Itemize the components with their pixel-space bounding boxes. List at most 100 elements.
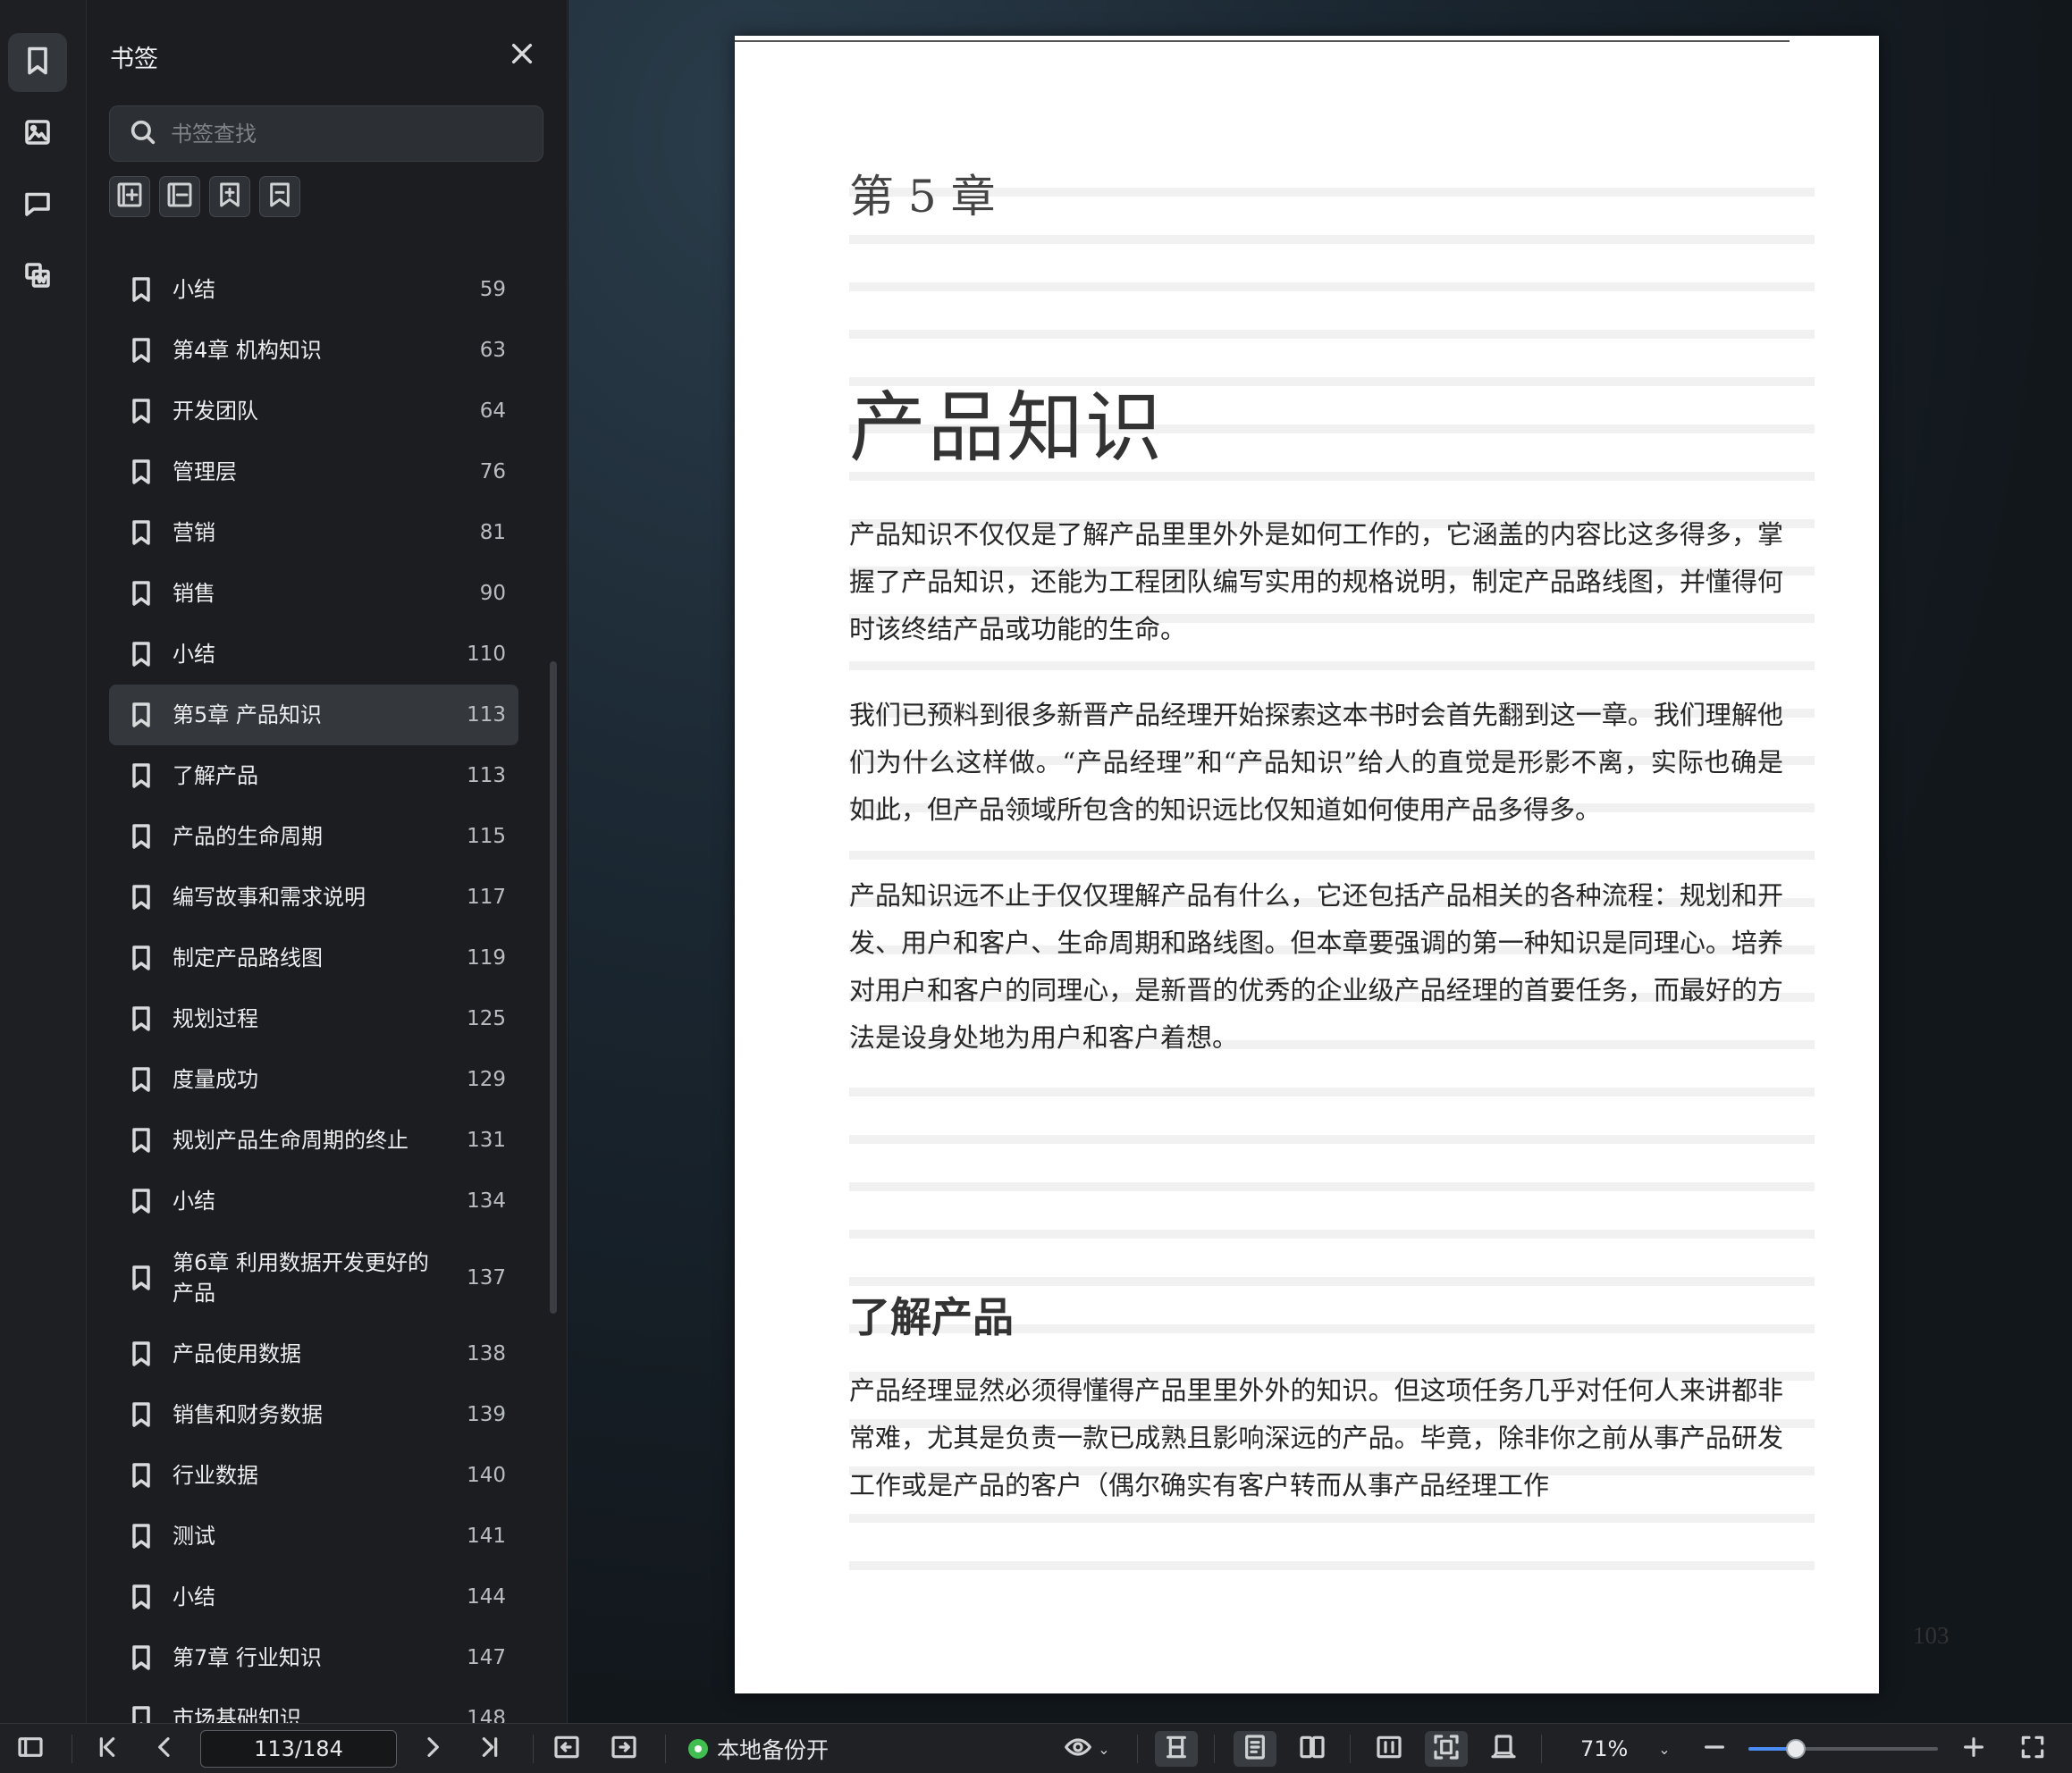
bookmark-page-number: 59 — [479, 278, 506, 301]
expand-all-button[interactable] — [109, 176, 150, 217]
bookmark-label: 第6章 利用数据开发更好的产品 — [173, 1249, 429, 1306]
bookmark-search-input[interactable] — [171, 121, 510, 147]
bookmark-label: 规划过程 — [173, 1006, 258, 1031]
panel-scrollbar[interactable] — [550, 661, 557, 1314]
previous-page-button[interactable] — [147, 1731, 182, 1767]
next-page-button[interactable] — [415, 1731, 451, 1767]
close-panel-button[interactable] — [508, 39, 536, 68]
chevron-right-icon — [418, 1733, 447, 1765]
bookmark-item[interactable]: 销售 90 — [109, 563, 518, 624]
two-page-button[interactable] — [1291, 1731, 1334, 1767]
back-icon — [552, 1733, 581, 1765]
bookmark-item[interactable]: 第5章 产品知识 113 — [109, 685, 518, 745]
bookmark-icon — [127, 577, 156, 609]
zoom-in-button[interactable] — [1956, 1731, 1992, 1767]
bookmark-item[interactable]: 制定产品路线图 119 — [109, 928, 518, 988]
bookmark-item[interactable]: 编写故事和需求说明 117 — [109, 867, 518, 928]
fit-width-button[interactable] — [1368, 1731, 1411, 1767]
thumbnails-tab[interactable] — [8, 105, 67, 164]
bookmarks-tab[interactable] — [8, 33, 67, 92]
bookmark-label: 小结 — [173, 1584, 215, 1609]
toggle-sidebar-button[interactable] — [13, 1731, 48, 1767]
bookmark-label: 规划产品生命周期的终止 — [173, 1128, 409, 1153]
minus-icon — [1700, 1733, 1729, 1765]
bookmark-label: 市场基础知识 — [173, 1706, 301, 1723]
bookmark-item[interactable]: 产品使用数据 138 — [109, 1323, 518, 1384]
bookmark-item[interactable]: 第7章 行业知识 147 — [109, 1627, 518, 1688]
bookmark-item[interactable]: 产品的生命周期 115 — [109, 806, 518, 867]
bookmark-icon — [127, 1063, 156, 1096]
bookmark-item[interactable]: 小结 144 — [109, 1567, 518, 1627]
add-bookmark-button[interactable] — [209, 176, 250, 217]
bookmark-item[interactable]: 开发团队 64 — [109, 381, 518, 441]
bookmark-page-number: 129 — [467, 1068, 506, 1091]
bookmark-page-number: 139 — [467, 1403, 506, 1426]
expand-all-icon — [115, 181, 144, 213]
bookmark-item[interactable]: 小结 110 — [109, 624, 518, 685]
bookmark-label: 产品使用数据 — [173, 1341, 301, 1366]
remove-bookmark-button[interactable] — [259, 176, 300, 217]
view-mode-dropdown[interactable]: ⌄ — [1058, 1731, 1116, 1767]
bookmark-icon — [127, 1262, 156, 1294]
collapse-all-button[interactable] — [159, 176, 200, 217]
fit-page-button[interactable] — [1425, 1731, 1468, 1767]
bookmark-item[interactable]: 第6章 利用数据开发更好的产品 137 — [109, 1231, 518, 1323]
bookmark-label: 小结 — [173, 1189, 215, 1214]
backup-status-icon — [688, 1739, 708, 1759]
paragraph: 我们已预料到很多新晋产品经理开始探索这本书时会首先翻到这一章。我们理解他们为什么… — [849, 700, 1783, 825]
zoom-slider[interactable] — [1748, 1739, 1938, 1759]
bookmark-item[interactable]: 营销 81 — [109, 502, 518, 563]
bookmark-page-number: 110 — [467, 643, 506, 666]
local-backup-status[interactable]: 本地备份开 — [688, 1731, 829, 1767]
bookmark-icon — [127, 760, 156, 792]
bookmark-icon — [127, 1702, 156, 1723]
back-button[interactable] — [549, 1731, 585, 1767]
bookmark-item[interactable]: 市场基础知识 148 — [109, 1688, 518, 1723]
close-icon — [508, 43, 536, 71]
zoom-level[interactable]: 71% — [1580, 1731, 1628, 1767]
bookmark-list: 小结 59 第4章 机构知识 63 开发团队 64 管理层 76 营销 81 销售 90 小结 110 第5… — [109, 259, 518, 1723]
bookmark-item[interactable]: 管理层 76 — [109, 441, 518, 502]
bookmark-item[interactable]: 行业数据 140 — [109, 1445, 518, 1506]
fullscreen-button[interactable] — [2015, 1731, 2051, 1767]
single-page-button[interactable] — [1234, 1731, 1276, 1767]
first-page-button[interactable] — [89, 1731, 125, 1767]
bookmark-item[interactable]: 销售和财务数据 139 — [109, 1384, 518, 1445]
eye-icon — [1064, 1733, 1092, 1765]
zoom-out-button[interactable] — [1697, 1731, 1732, 1767]
document-page: 第 5 章 产品知识 产品知识不仅仅是了解产品里里外外是如何工作的，它涵盖的内容… — [735, 36, 1950, 1693]
bookmark-icon — [127, 456, 156, 488]
attachments-tab[interactable] — [8, 248, 67, 307]
bookmark-icon — [127, 395, 156, 427]
bookmark-icon — [127, 638, 156, 670]
bookmark-item[interactable]: 第4章 机构知识 63 — [109, 320, 518, 381]
comments-tab[interactable] — [8, 176, 67, 235]
bookmark-label: 编写故事和需求说明 — [173, 885, 366, 910]
bookmark-item[interactable]: 规划过程 125 — [109, 988, 518, 1049]
divider — [1137, 1735, 1138, 1763]
last-page-icon — [476, 1733, 504, 1765]
bookmark-item[interactable]: 规划产品生命周期的终止 131 — [109, 1110, 518, 1171]
last-page-button[interactable] — [472, 1731, 508, 1767]
bookmark-icon — [127, 881, 156, 913]
divider — [665, 1735, 666, 1763]
collapse-all-icon — [165, 181, 194, 213]
zoom-dropdown[interactable]: ⌄ — [1654, 1731, 1675, 1767]
forward-button[interactable] — [606, 1731, 642, 1767]
bookmark-item[interactable]: 了解产品 113 — [109, 745, 518, 806]
page-number-input[interactable] — [200, 1730, 397, 1768]
bookmark-label: 销售 — [173, 581, 215, 606]
forward-icon — [610, 1733, 638, 1765]
zoom-slider-handle[interactable] — [1786, 1739, 1806, 1759]
remove-bookmark-icon — [265, 181, 294, 213]
search-icon — [128, 117, 158, 151]
rotate-page-button[interactable] — [1482, 1731, 1525, 1767]
bookmark-item[interactable]: 小结 134 — [109, 1171, 518, 1231]
bookmark-item[interactable]: 小结 59 — [109, 259, 518, 320]
bookmark-icon — [127, 1520, 156, 1552]
bookmark-label: 了解产品 — [173, 763, 258, 788]
bookmark-item[interactable]: 度量成功 129 — [109, 1049, 518, 1110]
fit-height-button[interactable] — [1155, 1731, 1198, 1767]
section-title: 了解产品 — [849, 1293, 1014, 1341]
bookmark-item[interactable]: 测试 141 — [109, 1506, 518, 1567]
